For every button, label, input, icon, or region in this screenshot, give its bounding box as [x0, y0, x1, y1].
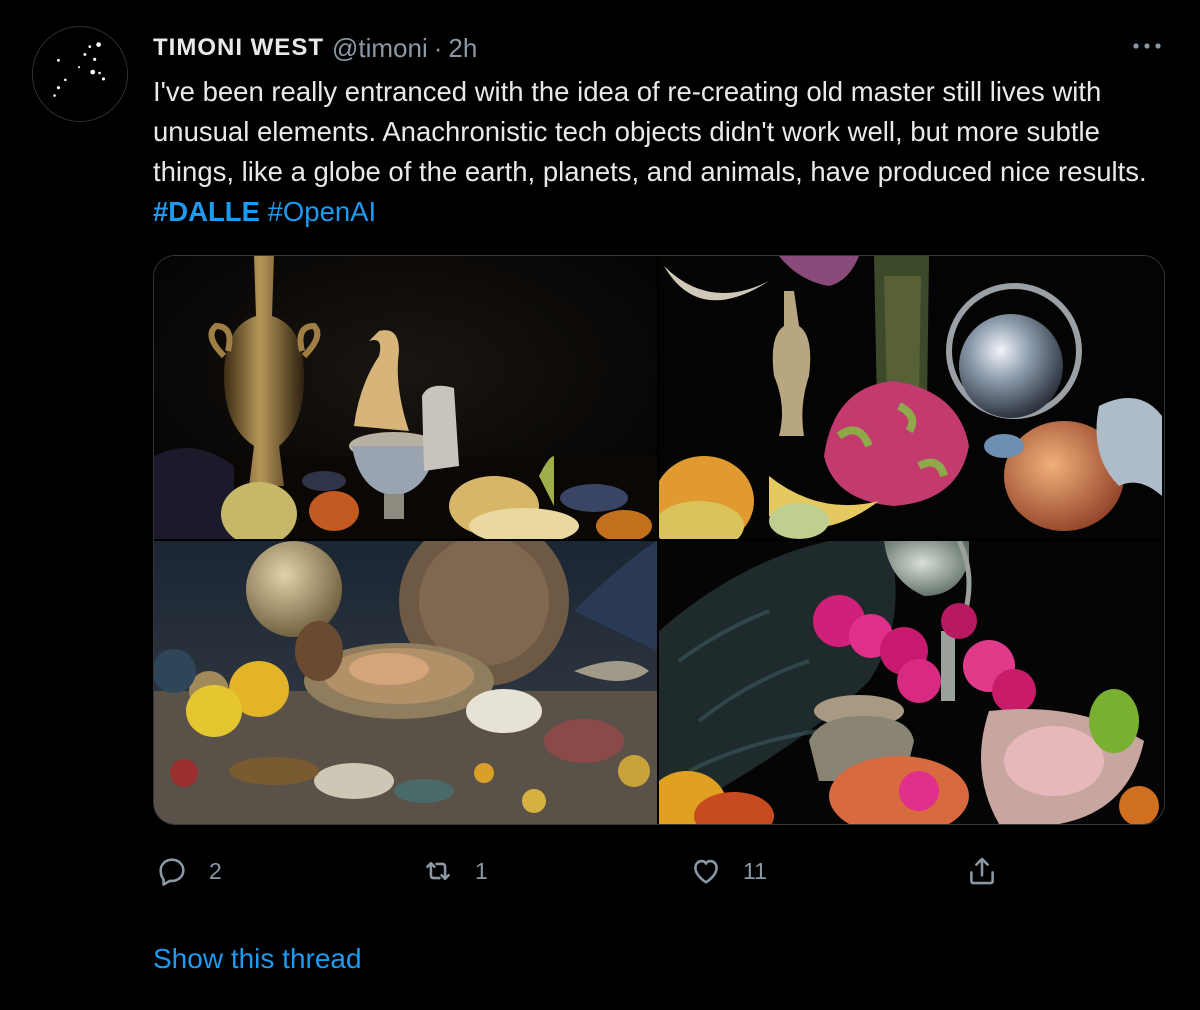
- like-button[interactable]: 11: [689, 848, 767, 894]
- tweet-actions: 2 1 11: [153, 848, 1165, 894]
- like-count: 11: [743, 857, 767, 884]
- retweet-button[interactable]: 1: [421, 848, 488, 894]
- photo-still-life-moon-orb[interactable]: [659, 256, 1162, 539]
- photo-still-life-planets-table[interactable]: [154, 541, 657, 824]
- more-options-button[interactable]: [1128, 32, 1166, 60]
- author-handle[interactable]: @timoni: [332, 33, 428, 64]
- heart-icon: [694, 859, 718, 884]
- photo-still-life-giraffe-vase[interactable]: [154, 256, 657, 539]
- retweet-count: 1: [475, 857, 488, 884]
- tweet-timestamp[interactable]: 2h: [448, 33, 477, 64]
- tweet-text: I've been really entranced with the idea…: [153, 72, 1163, 232]
- reply-icon: [159, 858, 185, 886]
- reply-button[interactable]: 2: [155, 848, 222, 894]
- show-thread-link[interactable]: Show this thread: [153, 943, 362, 975]
- retweet-icon: [426, 861, 450, 881]
- hashtag-dalle[interactable]: #DALLE: [153, 196, 260, 227]
- more-horizontal-icon: [1133, 43, 1161, 49]
- media-grid: [153, 255, 1165, 825]
- photo-still-life-globe-flowers[interactable]: [659, 541, 1162, 824]
- hashtag-openai[interactable]: #OpenAI: [268, 196, 377, 227]
- header-separator: ·: [433, 32, 443, 63]
- constellation-avatar-icon: [33, 27, 127, 121]
- tweet: TIMONI WEST @timoni · 2h I've been reall…: [0, 0, 1200, 1010]
- tweet-header: TIMONI WEST @timoni · 2h: [153, 30, 477, 66]
- share-icon: [970, 857, 994, 885]
- share-button[interactable]: [965, 848, 999, 894]
- author-avatar[interactable]: [32, 26, 128, 122]
- author-display-name[interactable]: TIMONI WEST: [153, 34, 324, 62]
- reply-count: 2: [209, 857, 222, 884]
- tweet-body: I've been really entranced with the idea…: [153, 76, 1147, 187]
